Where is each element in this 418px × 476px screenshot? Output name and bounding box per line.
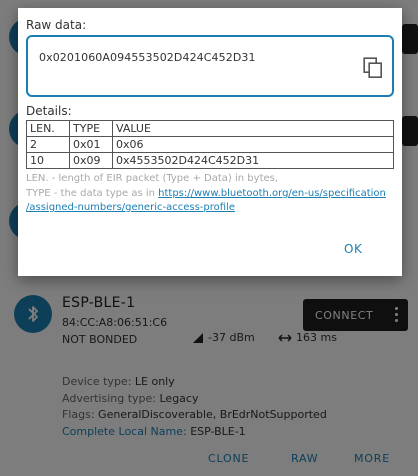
cell-type: 0x09 — [69, 152, 113, 169]
type-explanation-text: TYPE - the data type as in — [26, 188, 159, 199]
raw-data-field[interactable]: 0x0201060A094553502D424C452D31 — [26, 35, 394, 97]
raw-data-dialog: Raw data: 0x0201060A094553502D424C452D31… — [18, 8, 402, 276]
raw-data-value: 0x0201060A094553502D424C452D31 — [39, 51, 256, 64]
raw-data-label: Raw data: — [26, 18, 87, 32]
table-row: 10 0x09 0x4553502D424C452D31 — [26, 152, 394, 169]
ad-structure-table: LEN. TYPE VALUE 2 0x01 0x06 10 0x09 0x45… — [26, 120, 394, 169]
copy-icon[interactable] — [363, 57, 383, 79]
column-header-len: LEN. — [26, 120, 70, 137]
cell-value: 0x06 — [112, 136, 394, 153]
column-header-type: TYPE — [69, 120, 113, 137]
spec-link[interactable]: https://www.bluetooth.org/en-us/specific… — [158, 188, 386, 199]
details-label: Details: — [26, 104, 72, 118]
spec-link-part-2[interactable]: /assigned-numbers/generic-access-profile — [26, 202, 235, 213]
column-header-value: VALUE — [112, 120, 394, 137]
cell-len: 10 — [26, 152, 70, 169]
len-explanation: LEN. - length of EIR packet (Type + Data… — [26, 173, 279, 184]
type-explanation: TYPE - the data type as in https://www.b… — [26, 188, 386, 199]
table-row: 2 0x01 0x06 — [26, 136, 394, 153]
table-header-row: LEN. TYPE VALUE — [26, 120, 394, 137]
cell-type: 0x01 — [69, 136, 113, 153]
ok-button[interactable]: OK — [344, 242, 363, 256]
cell-len: 2 — [26, 136, 70, 153]
cell-value: 0x4553502D424C452D31 — [112, 152, 394, 169]
spec-link-continued: /assigned-numbers/generic-access-profile — [26, 202, 235, 213]
